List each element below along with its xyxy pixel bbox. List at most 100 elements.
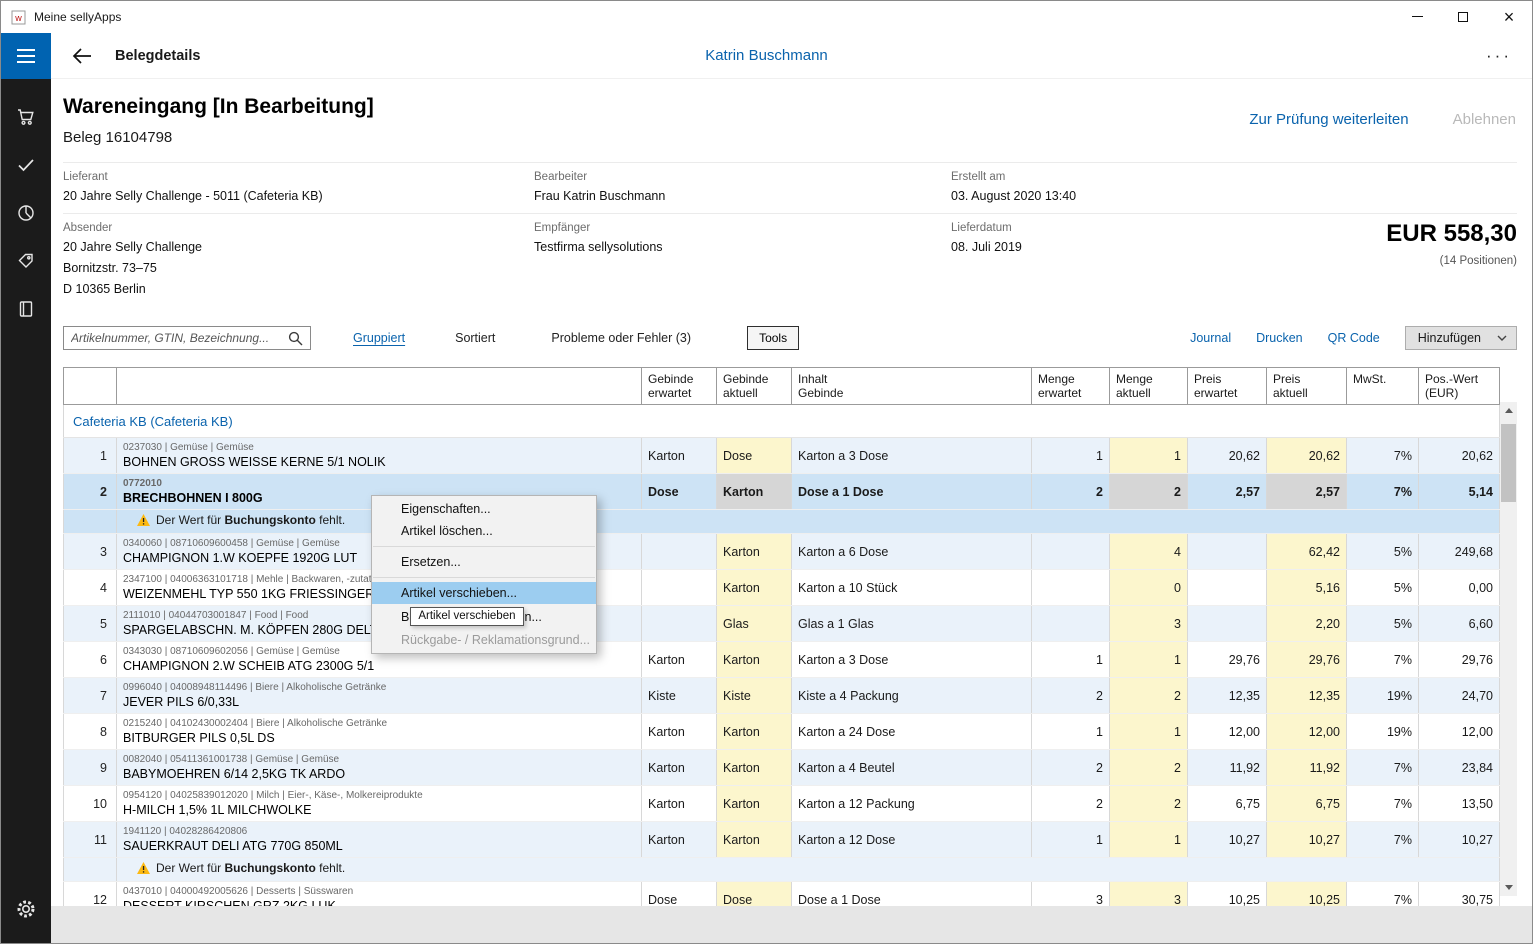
- drucken-link[interactable]: Drucken: [1256, 331, 1303, 345]
- cell-preis-aktuell: 10,27: [1267, 822, 1347, 858]
- cell-gebinde-aktuell: Karton: [717, 642, 792, 678]
- sidebar-item-cart[interactable]: [1, 93, 51, 141]
- qr-code-link[interactable]: QR Code: [1328, 331, 1380, 345]
- col-header-pos-wert: Pos.-Wert (EUR): [1419, 368, 1500, 405]
- table-row[interactable]: 42347100 | 04006363101718 | Mehle | Back…: [64, 570, 1500, 606]
- table-row[interactable]: 30340060 | 08710609600458 | Gemüse | Gem…: [64, 534, 1500, 570]
- table-row[interactable]: 120437010 | 04000492005626 | Desserts | …: [64, 882, 1500, 907]
- cell-mwst: 7%: [1347, 438, 1419, 474]
- cell-gebinde-erwartet: [642, 606, 717, 642]
- table-row[interactable]: 100954120 | 04025839012020 | Milch | Eie…: [64, 786, 1500, 822]
- more-options-button[interactable]: ···: [1486, 46, 1512, 66]
- scroll-up-button[interactable]: [1500, 402, 1517, 419]
- warning-message: Der Wert für Buchungskonto fehlt.: [117, 510, 1500, 534]
- warning-message: Der Wert für Buchungskonto fehlt.: [117, 858, 1500, 882]
- scrollbar-thumb[interactable]: [1501, 424, 1516, 502]
- cell-menge-aktuell: 3: [1110, 606, 1188, 642]
- hamburger-menu-button[interactable]: [1, 33, 51, 79]
- cell-pos-wert: 30,75: [1419, 882, 1500, 907]
- cell-preis-erwartet: 12,35: [1188, 678, 1267, 714]
- cell-menge-aktuell: 2: [1110, 786, 1188, 822]
- cell-preis-aktuell: 12,00: [1267, 714, 1347, 750]
- minimize-button[interactable]: [1394, 1, 1440, 32]
- cell-mwst: 5%: [1347, 534, 1419, 570]
- cell-gebinde-erwartet: Karton: [642, 438, 717, 474]
- sidebar-item-labels[interactable]: [1, 237, 51, 285]
- cell-mwst: 5%: [1347, 570, 1419, 606]
- maximize-button[interactable]: [1440, 1, 1486, 32]
- warning-spacer: [64, 858, 117, 882]
- user-name-link[interactable]: Katrin Buschmann: [705, 47, 828, 64]
- cell-gebinde-erwartet: [642, 534, 717, 570]
- close-button[interactable]: ×: [1486, 1, 1532, 32]
- search-box[interactable]: [63, 326, 311, 350]
- col-header-menge-aktuell: Menge aktuell: [1110, 368, 1188, 405]
- cell-preis-erwartet: 6,75: [1188, 786, 1267, 822]
- search-input[interactable]: [71, 331, 288, 345]
- cell-pos-wert: 5,14: [1419, 474, 1500, 510]
- row-number: 5: [64, 606, 117, 642]
- warning-spacer: [64, 510, 117, 534]
- main-content: Wareneingang [In Bearbeitung] Beleg 1610…: [51, 79, 1532, 906]
- sidebar-item-journal[interactable]: [1, 285, 51, 333]
- cell-gebinde-aktuell: Kiste: [717, 678, 792, 714]
- hinzufuegen-button[interactable]: Hinzufügen: [1405, 326, 1517, 350]
- table-row[interactable]: 20772010BRECHBOHNEN I 800GDoseKartonDose…: [64, 474, 1500, 510]
- total-amount: EUR 558,30: [1386, 220, 1517, 248]
- item-description: 0237030 | Gemüse | GemüseBOHNEN GROSS WE…: [117, 438, 642, 474]
- menu-item[interactable]: BArtikel verschiebenn...: [372, 604, 596, 629]
- filter-sortiert[interactable]: Sortiert: [455, 331, 495, 345]
- table-row[interactable]: 60343030 | 08710609602056 | Gemüse | Gem…: [64, 642, 1500, 678]
- reject-button[interactable]: Ablehnen: [1453, 111, 1516, 128]
- item-meta: 0996040 | 04008948114496 | Biere | Alkoh…: [123, 682, 635, 693]
- menu-item[interactable]: Ersetzen...: [372, 551, 596, 573]
- sidebar-item-reports[interactable]: [1, 189, 51, 237]
- group-header-row[interactable]: Cafeteria KB (Cafeteria KB): [64, 405, 1500, 438]
- tools-button[interactable]: Tools: [747, 326, 799, 350]
- cell-inhalt-gebinde: Karton a 12 Packung: [792, 786, 1032, 822]
- table-row[interactable]: 90082040 | 05411361001738 | Gemüse | Gem…: [64, 750, 1500, 786]
- cell-gebinde-erwartet: Karton: [642, 786, 717, 822]
- col-header-inhalt-gebinde: Inhalt Gebinde: [792, 368, 1032, 405]
- table-row[interactable]: 10237030 | Gemüse | GemüseBOHNEN GROSS W…: [64, 438, 1500, 474]
- filter-gruppiert[interactable]: Gruppiert: [353, 331, 405, 345]
- menu-item[interactable]: Eigenschaften...: [372, 498, 596, 520]
- cell-gebinde-aktuell: Karton: [717, 750, 792, 786]
- journal-link[interactable]: Journal: [1190, 331, 1231, 345]
- cell-preis-aktuell: 12,35: [1267, 678, 1347, 714]
- cell-menge-aktuell: 1: [1110, 714, 1188, 750]
- table-row[interactable]: 111941120 | 04028286420806SAUERKRAUT DEL…: [64, 822, 1500, 858]
- item-name: BITBURGER PILS 0,5L DS: [123, 731, 635, 745]
- sidebar-item-approvals[interactable]: [1, 141, 51, 189]
- cell-mwst: 7%: [1347, 642, 1419, 678]
- col-header-menge-erwartet: Menge erwartet: [1032, 368, 1110, 405]
- menu-item-artikel-verschieben[interactable]: Artikel verschieben...: [372, 582, 596, 604]
- table-row[interactable]: 80215240 | 04102430002404 | Biere | Alko…: [64, 714, 1500, 750]
- cell-mwst: 7%: [1347, 822, 1419, 858]
- svg-text:w: w: [14, 13, 22, 23]
- scroll-down-button[interactable]: [1500, 879, 1517, 896]
- menu-item[interactable]: Artikel löschen...: [372, 520, 596, 542]
- checkmark-icon: [16, 155, 36, 175]
- cell-gebinde-aktuell: Karton: [717, 534, 792, 570]
- cell-mwst: 7%: [1347, 786, 1419, 822]
- tooltip: Artikel verschieben: [410, 607, 523, 626]
- sidebar-item-settings[interactable]: [1, 885, 51, 933]
- warning-text: Der Wert für: [156, 513, 224, 527]
- vertical-scrollbar[interactable]: [1500, 402, 1517, 896]
- cell-preis-erwartet: 20,62: [1188, 438, 1267, 474]
- sidebar: [1, 79, 51, 943]
- cell-menge-aktuell: 4: [1110, 534, 1188, 570]
- filter-probleme[interactable]: Probleme oder Fehler (3): [551, 331, 691, 345]
- warning-field-name: Buchungskonto: [224, 513, 315, 527]
- footer-bar: [51, 906, 1532, 943]
- back-button[interactable]: [72, 47, 92, 65]
- table-row[interactable]: 52111010 | 04044703001847 | Food | FoodS…: [64, 606, 1500, 642]
- cell-gebinde-erwartet: Kiste: [642, 678, 717, 714]
- cell-preis-aktuell: 29,76: [1267, 642, 1347, 678]
- items-body: Cafeteria KB (Cafeteria KB) 10237030 | G…: [64, 405, 1500, 907]
- item-meta: 0437010 | 04000492005626 | Desserts | Sü…: [123, 886, 635, 897]
- cell-menge-aktuell: 1: [1110, 822, 1188, 858]
- table-row[interactable]: 70996040 | 04008948114496 | Biere | Alko…: [64, 678, 1500, 714]
- forward-for-review-button[interactable]: Zur Prüfung weiterleiten: [1249, 111, 1408, 128]
